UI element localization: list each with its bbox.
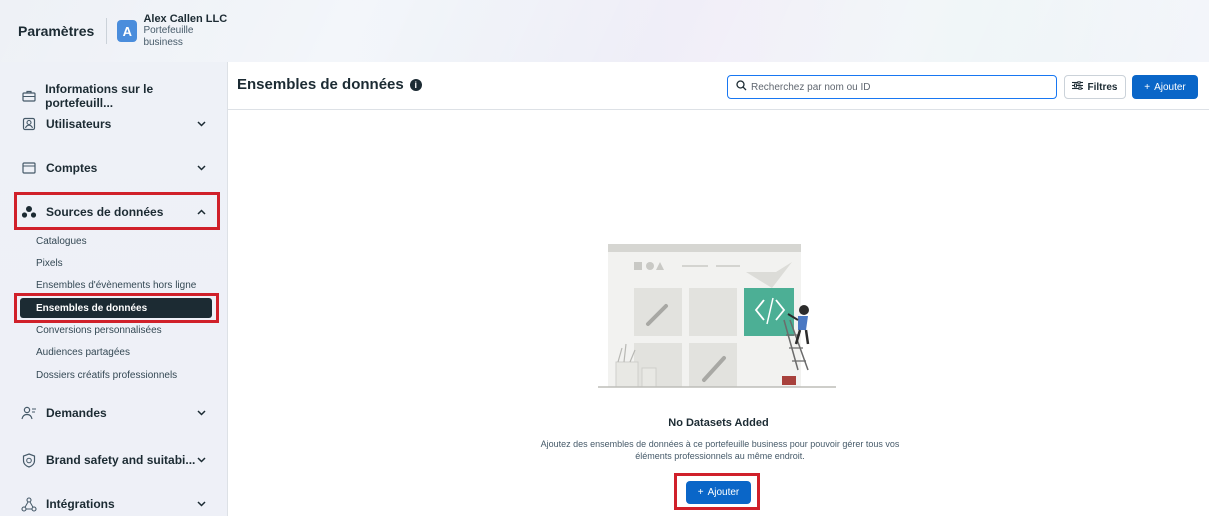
sub-item-catalogues[interactable]: Catalogues (36, 232, 87, 250)
info-icon[interactable]: i (409, 78, 422, 91)
chevron-down-icon (197, 499, 206, 510)
sidebar-item-label: Demandes (46, 406, 107, 420)
main-header: Ensembles de données i Filtres + Ajouter (228, 62, 1209, 110)
sub-item-shared-audiences[interactable]: Audiences partagées (36, 343, 130, 361)
settings-title: Paramètres (12, 18, 108, 44)
content-area: No Datasets Added Ajoutez des ensembles … (228, 110, 1209, 516)
business-avatar[interactable]: A (117, 20, 138, 42)
plus-icon: + (1144, 81, 1151, 93)
person-request-icon (20, 404, 38, 422)
sidebar-item-business-info[interactable]: Informations sur le portefeuill... (20, 82, 216, 110)
filters-icon (1072, 80, 1084, 93)
sidebar-item-requests[interactable]: Demandes (20, 399, 216, 427)
sub-item-custom-conversions[interactable]: Conversions personnalisées (36, 321, 162, 339)
sidebar-item-label: Brand safety and suitabi... (46, 453, 196, 467)
empty-state-illustration (598, 244, 836, 388)
chevron-down-icon (197, 455, 206, 466)
sidebar-item-label: Informations sur le portefeuill... (45, 82, 154, 110)
highlight-box-data-sources (14, 192, 220, 230)
page-title: Ensembles de données i (237, 76, 422, 93)
sub-item-offline-events[interactable]: Ensembles d'évènements hors ligne (36, 276, 196, 294)
sidebar-item-accounts[interactable]: Comptes (20, 154, 216, 182)
highlight-box-add (674, 473, 760, 510)
integrations-icon (20, 495, 38, 513)
empty-state-title: No Datasets Added (668, 417, 769, 429)
page-title-text: Ensembles de données (237, 76, 404, 93)
search-icon (736, 78, 747, 96)
add-label: Ajouter (1154, 81, 1186, 93)
chevron-down-icon (197, 119, 206, 130)
business-type: Portefeuille business (143, 25, 194, 48)
add-button[interactable]: + Ajouter (1132, 75, 1198, 99)
business-switcher[interactable]: Alex Callen LLC Portefeuille business (143, 13, 228, 49)
users-icon (20, 115, 38, 133)
inbox-icon (20, 159, 38, 177)
sub-item-pixels[interactable]: Pixels (36, 254, 63, 272)
sidebar-item-label: Intégrations (46, 497, 115, 511)
sub-item-creative-folders[interactable]: Dossiers créatifs professionnels (36, 366, 177, 384)
sidebar-item-label: Utilisateurs (46, 117, 112, 131)
sidebar-item-integrations[interactable]: Intégrations (20, 490, 216, 516)
brand-area: Paramètres A Alex Callen LLC Portefeuill… (12, 12, 228, 50)
highlight-box-datasets (14, 293, 219, 323)
business-name: Alex Callen LLC (143, 13, 228, 25)
search-field[interactable] (727, 75, 1057, 99)
chevron-down-icon (197, 163, 206, 174)
chevron-down-icon (197, 408, 206, 419)
search-input[interactable] (751, 81, 1051, 93)
shield-icon (20, 451, 38, 469)
sidebar-item-label: Comptes (46, 161, 98, 175)
filters-button[interactable]: Filtres (1064, 75, 1126, 99)
sidebar-item-brand-safety[interactable]: Brand safety and suitabi... (20, 446, 216, 474)
filters-label: Filtres (1087, 81, 1118, 93)
empty-state-description: Ajoutez des ensembles de données à ce po… (540, 439, 900, 461)
briefcase-icon (20, 87, 37, 105)
sidebar-item-users[interactable]: Utilisateurs (20, 110, 216, 138)
